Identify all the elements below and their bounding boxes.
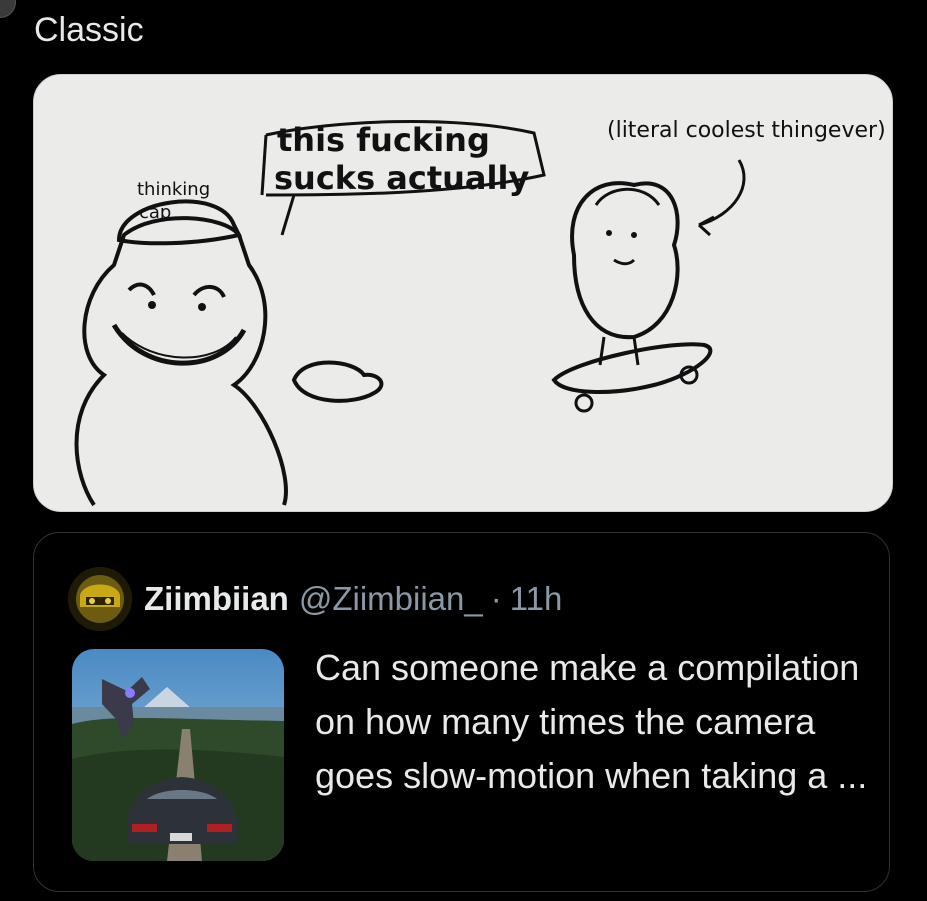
game-screenshot-image <box>72 649 284 861</box>
comic-caption: (literal coolest thingever) <box>607 118 886 143</box>
speech-line2: sucks actually <box>274 159 529 197</box>
quoted-author-name[interactable]: Ziimbiian <box>144 580 289 618</box>
hat-label-line2: cap <box>139 202 171 223</box>
quoted-tweet-header: Ziimbiian @Ziimbiian_ · 11h <box>68 567 563 631</box>
quoted-author-avatar[interactable] <box>68 567 132 631</box>
helmet-avatar-icon <box>68 567 132 631</box>
tweet-media-image[interactable]: thinking cap this fucking sucks actually… <box>33 74 893 512</box>
quoted-author-handle[interactable]: @Ziimbiian_ <box>299 580 483 618</box>
tweet-view: Classic thinking cap this fucking sucks … <box>0 0 927 901</box>
quoted-tweet-card[interactable]: Ziimbiian @Ziimbiian_ · 11h Can someone … <box>33 532 890 892</box>
speech-line1: this fucking <box>277 121 490 159</box>
separator-dot: · <box>490 580 502 617</box>
author-avatar[interactable] <box>0 0 16 18</box>
quoted-tweet-time[interactable]: 11h <box>510 580 563 618</box>
hat-label-line1: thinking <box>137 179 210 200</box>
comic-drawing: thinking cap this fucking sucks actually… <box>34 75 892 511</box>
quoted-tweet-text: Can someone make a compilation on how ma… <box>315 647 868 796</box>
tweet-text: Classic <box>34 11 144 49</box>
quoted-tweet-thumbnail[interactable] <box>72 649 284 861</box>
